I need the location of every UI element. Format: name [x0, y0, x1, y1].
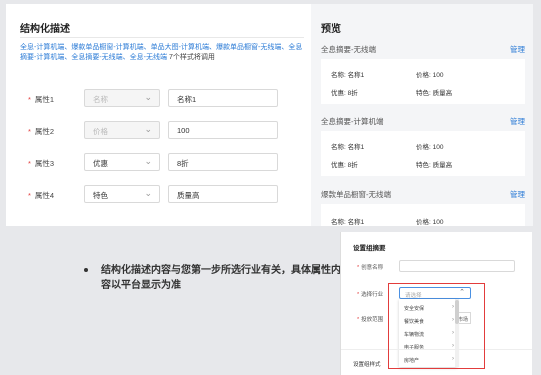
preview-section-header: 全息摘要-无线端 管理	[321, 44, 525, 56]
chevron-down-icon: ⌄	[144, 188, 152, 198]
structured-description-card: 结构化描述 全息-计算机端、爆款单品橱窗-计算机端、单品大图-计算机端、爆款单品…	[6, 4, 533, 226]
note-text: 结构化描述内容与您第一步所选行业有关，具体属性内容以平台显示为准	[101, 265, 341, 291]
attribute-select[interactable]: 名称 ⌄	[84, 89, 160, 107]
section-name: 爆款单品橱窗-无线端	[321, 190, 391, 199]
preview-item: 价格: 100	[416, 219, 444, 226]
editor-pane: 结构化描述 全息-计算机端、爆款单品橱窗-计算机端、单品大图-计算机端、爆款单品…	[6, 4, 311, 226]
attribute-label: * 属性1	[28, 95, 55, 104]
attribute-row-3: * 属性3 优惠 ⌄ 8折	[6, 153, 311, 173]
section-name: 全息摘要-无线端	[321, 45, 376, 54]
preview-item: 价格: 100	[416, 144, 444, 151]
attribute-value-input[interactable]: 名称1	[168, 89, 278, 107]
style-label: 设置组样式	[353, 362, 381, 368]
manage-link[interactable]: 管理	[510, 116, 525, 127]
preview-item: 特色: 质量高	[416, 162, 453, 169]
editor-title: 结构化描述	[20, 24, 70, 35]
preview-section-card: 名称: 名称1 价格: 100 优惠: 8折 特色: 质量高	[321, 59, 525, 104]
preview-title: 预览	[321, 24, 341, 35]
chevron-down-icon: ⌄	[144, 92, 152, 102]
attribute-select[interactable]: 特色 ⌄	[84, 185, 160, 203]
description-text: 全息-计算机端、爆款单品橱窗-计算机端、单品大图-计算机端、爆款单品橱窗-无线端…	[20, 43, 305, 62]
attribute-row-4: * 属性4 特色 ⌄ 质量高	[6, 185, 311, 205]
description-tail: 7个样式将调用	[167, 53, 215, 61]
section-name: 全息摘要-计算机端	[321, 117, 384, 126]
preview-pane: 预览 全息摘要-无线端 管理 名称: 名称1 价格: 100 优惠: 8折 特色…	[311, 4, 533, 226]
attribute-label: * 属性4	[28, 191, 55, 200]
attribute-value-input[interactable]: 质量高	[168, 185, 278, 203]
chevron-down-icon: ⌄	[144, 124, 152, 134]
chevron-down-icon: ⌄	[144, 156, 152, 166]
scope-label: * 投放范围	[357, 317, 384, 323]
preview-section-header: 全息摘要-计算机端 管理	[321, 116, 525, 128]
attribute-select[interactable]: 优惠 ⌄	[84, 153, 160, 171]
name-input[interactable]	[399, 260, 515, 272]
preview-item: 名称: 名称1	[331, 219, 365, 226]
preview-section-card: 名称: 名称1 价格: 100 优惠: 8折 特色: 质量高	[321, 131, 525, 176]
preview-item: 优惠: 8折	[331, 162, 358, 169]
manage-link[interactable]: 管理	[510, 44, 525, 55]
preview-item: 特色: 质量高	[416, 90, 453, 97]
screenshot-title: 设置组摘要	[353, 245, 386, 252]
attribute-label: * 属性3	[28, 159, 55, 168]
preview-item: 价格: 100	[416, 72, 444, 79]
description-styles: 全息-计算机端、爆款单品橱窗-计算机端、单品大图-计算机端、爆款单品橱窗-无线端…	[20, 44, 303, 61]
bullet-icon	[84, 268, 88, 272]
industry-label: * 选择行业	[357, 292, 384, 298]
attribute-select[interactable]: 价格 ⌄	[84, 121, 160, 139]
attribute-value-input[interactable]: 100	[168, 121, 278, 139]
editor-divider	[20, 37, 304, 38]
name-label: * 创意名称	[357, 265, 384, 271]
preview-item: 名称: 名称1	[331, 72, 365, 79]
preview-item: 优惠: 8折	[331, 90, 358, 97]
highlight-frame	[388, 283, 485, 369]
manage-link[interactable]: 管理	[510, 189, 525, 200]
attribute-label: * 属性2	[28, 127, 55, 136]
preview-section-header: 爆款单品橱窗-无线端 管理	[321, 189, 525, 201]
preview-item: 名称: 名称1	[331, 144, 365, 151]
attribute-row-1: * 属性1 名称 ⌄ 名称1	[6, 89, 311, 109]
preview-section-card: 名称: 名称1 价格: 100	[321, 204, 525, 226]
attribute-row-2: * 属性2 价格 ⌄ 100	[6, 121, 311, 141]
attribute-value-input[interactable]: 8折	[168, 153, 278, 171]
